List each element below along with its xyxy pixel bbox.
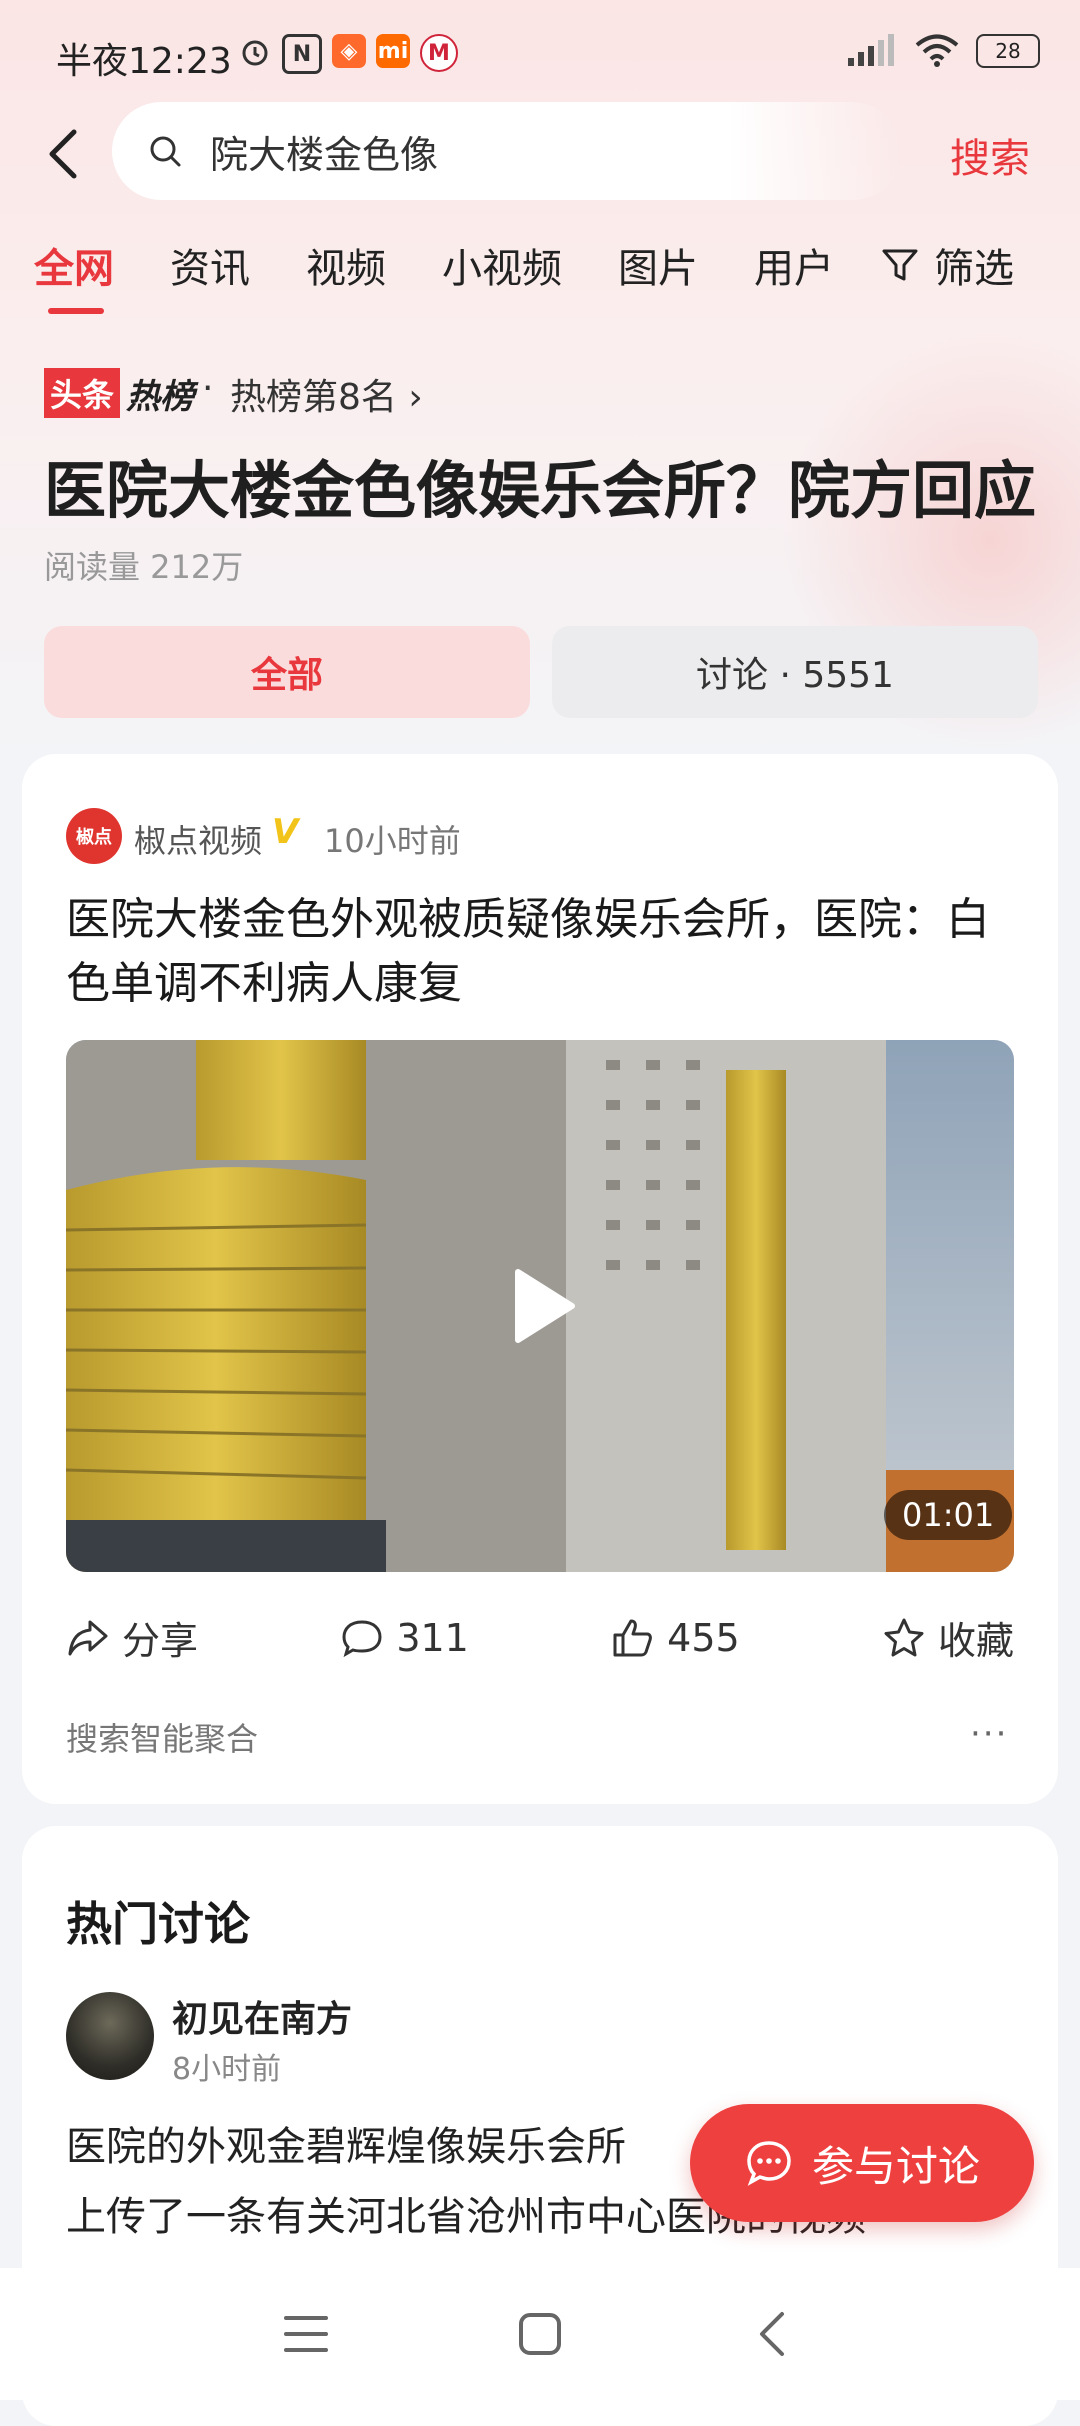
system-back-icon[interactable] (756, 2310, 786, 2358)
wifi-icon (915, 34, 959, 67)
post-time: 10小时前 (324, 822, 461, 860)
topic-headline: 医院大楼金色像娱乐会所？院方回应 (44, 454, 1037, 527)
hot-logo-a: 头条 (44, 368, 121, 418)
filter-label: 筛选 (934, 246, 1014, 292)
comment-time: 8小时前 (172, 2052, 282, 2087)
status-right: 28 (846, 34, 1040, 68)
alarm-icon (238, 34, 272, 68)
tab-users[interactable]: 用户 (754, 236, 834, 294)
more-options-icon[interactable]: ··· (970, 1714, 1008, 1754)
tab-news[interactable]: 资讯 (170, 236, 250, 294)
tab-images[interactable]: 图片 (618, 236, 698, 294)
hot-logo-b: 热榜 (126, 376, 195, 417)
tab-short-video[interactable]: 小视频 (442, 236, 562, 294)
search-icon (150, 136, 181, 167)
signal-icon (848, 34, 894, 66)
favorite-label: 收藏 (937, 1619, 1014, 1663)
star-icon (884, 1618, 924, 1656)
hot-discussion-title: 热门讨论 (66, 1897, 250, 1951)
user-name[interactable]: 初见在南方 (172, 1990, 352, 2042)
share-icon (68, 1620, 108, 1655)
nfc-icon: N (282, 34, 322, 74)
status-time: 半夜12:23 (56, 41, 232, 82)
read-count: 阅读量 212万 (44, 548, 244, 586)
system-nav-bar (0, 2268, 1080, 2400)
segment-discussion[interactable]: 讨论 · 5551 (552, 626, 1038, 718)
hot-rank-link[interactable]: 热榜第8名 › (230, 368, 423, 420)
author-name[interactable]: 椒点视频 (134, 816, 262, 862)
comment-count: 311 (396, 1615, 469, 1660)
search-input[interactable]: 院大楼金色像 (210, 124, 438, 179)
status-notification-icons: N ◈ mi M (238, 34, 458, 74)
tab-all-web[interactable]: 全网 (34, 236, 114, 294)
favorite-button[interactable]: 收藏 (882, 1610, 1014, 1665)
battery-indicator: 28 (976, 34, 1040, 68)
join-discussion-button[interactable]: 参与讨论 (690, 2104, 1034, 2222)
comment-button[interactable]: 311 (340, 1610, 469, 1665)
video-duration: 01:01 (884, 1490, 1013, 1540)
chat-bubble-icon (747, 2141, 791, 2186)
bank-icon: M (420, 34, 458, 72)
like-count: 455 (667, 1615, 740, 1660)
back-icon[interactable] (40, 126, 84, 182)
action-bar: 分享 311 455 收藏 (66, 1610, 1014, 1665)
source-label: 搜索智能聚合 (66, 1720, 259, 1758)
home-icon[interactable] (518, 2312, 562, 2356)
join-label: 参与讨论 (811, 2141, 980, 2191)
active-tab-indicator (48, 308, 104, 314)
verified-badge: V (272, 812, 299, 852)
tab-video[interactable]: 视频 (306, 236, 386, 294)
filter-icon (882, 249, 918, 281)
segment-all[interactable]: 全部 (44, 626, 530, 718)
share-button[interactable]: 分享 (66, 1610, 198, 1665)
share-label: 分享 (122, 1619, 199, 1663)
app-notification-icon: ◈ (332, 34, 366, 68)
hot-list-logo: 头条 热榜 (44, 368, 194, 418)
thumbs-up-icon (613, 1619, 653, 1656)
menu-icon[interactable] (284, 2314, 328, 2354)
article-title[interactable]: 医院大楼金色外观被质疑像娱乐会所，医院：白色单调不利病人康复 (66, 888, 1016, 1016)
search-button[interactable]: 搜索 (950, 126, 1030, 184)
category-tabs: 全网 资讯 视频 小视频 图片 用户 (34, 236, 890, 294)
filter-button[interactable]: 筛选 (880, 236, 1014, 294)
dot-separator: · (202, 368, 214, 409)
like-button[interactable]: 455 (611, 1610, 740, 1665)
user-avatar[interactable] (66, 1992, 154, 2080)
comment-icon (342, 1619, 382, 1657)
mi-icon: mi (376, 34, 410, 68)
author-avatar[interactable]: 椒点 (66, 808, 122, 864)
play-icon[interactable] (512, 1268, 576, 1344)
